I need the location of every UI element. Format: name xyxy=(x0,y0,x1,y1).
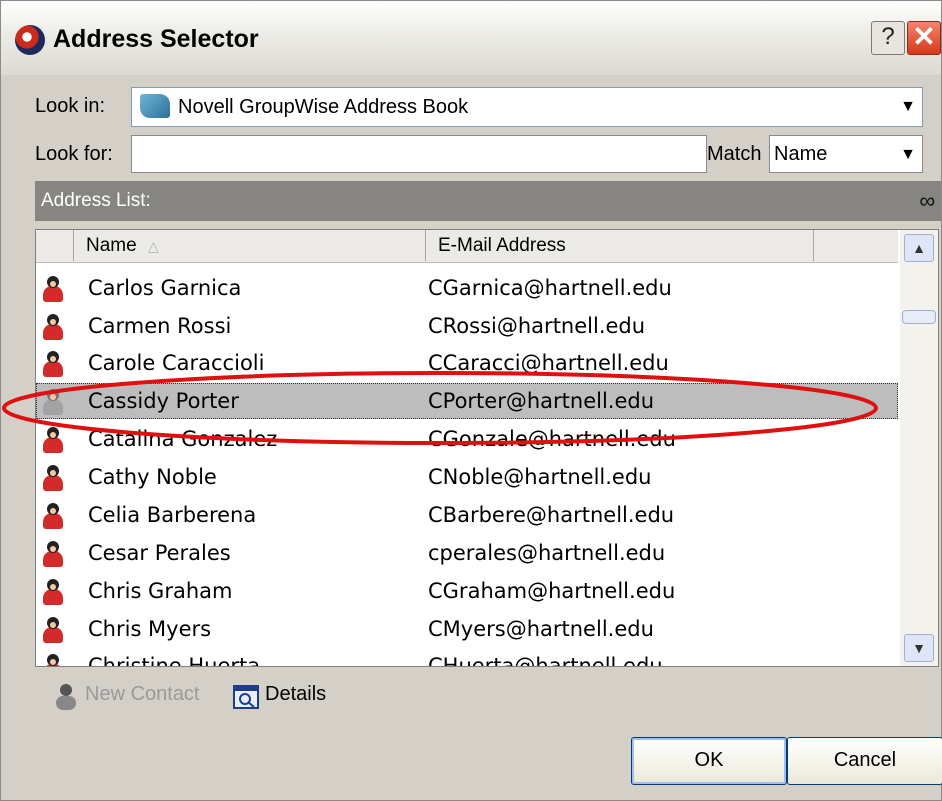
table-row[interactable]: Carmen Rossi CRossi@hartnell.edu xyxy=(36,308,898,344)
contact-name: Carmen Rossi xyxy=(88,314,232,338)
address-list-title: Address List: xyxy=(41,190,151,211)
lookfor-input[interactable] xyxy=(131,135,707,173)
user-icon xyxy=(42,351,64,377)
details-button[interactable]: Details xyxy=(265,683,326,713)
contact-name: Catalina Gonzalez xyxy=(88,427,278,451)
details-label: Details xyxy=(265,683,327,705)
chevron-down-icon[interactable]: ▼ xyxy=(895,137,921,171)
column-header-email[interactable]: E-Mail Address xyxy=(426,230,814,261)
window-title: Address Selector xyxy=(53,25,259,53)
table-row[interactable]: Chris Graham CGraham@hartnell.edu xyxy=(36,573,898,609)
table-row[interactable]: Catalina Gonzalez CGonzale@hartnell.edu xyxy=(36,421,898,457)
vertical-scrollbar[interactable]: ▲ ▼ xyxy=(900,230,938,666)
scroll-up-icon[interactable]: ▲ xyxy=(904,234,934,262)
user-icon xyxy=(42,389,64,415)
contact-name: Cesar Perales xyxy=(88,541,231,565)
help-button[interactable]: ? xyxy=(871,21,905,55)
contact-name: Carlos Garnica xyxy=(88,276,242,300)
table-row[interactable]: Cathy Noble CNoble@hartnell.edu xyxy=(36,459,898,495)
column-name-label: Name xyxy=(86,235,137,256)
contact-email: CGarnica@hartnell.edu xyxy=(428,276,672,300)
match-value: Name xyxy=(774,143,828,165)
contact-email: CCaracci@hartnell.edu xyxy=(428,351,669,375)
lookin-dropdown[interactable]: Novell GroupWise Address Book ▼ xyxy=(131,87,923,127)
address-list-header: Address List: ∞ xyxy=(35,181,941,221)
title-bar[interactable]: Address Selector ? ✕ xyxy=(1,1,941,75)
cancel-button[interactable]: Cancel xyxy=(787,737,942,785)
contact-email: CBarbere@hartnell.edu xyxy=(428,503,675,527)
table-row[interactable]: Celia Barberena CBarbere@hartnell.edu xyxy=(36,497,898,533)
ok-button[interactable]: OK xyxy=(631,737,787,785)
contact-name: Cassidy Porter xyxy=(88,389,239,413)
contact-email: CNoble@hartnell.edu xyxy=(428,465,652,489)
contact-email: CRossi@hartnell.edu xyxy=(428,314,646,338)
user-icon xyxy=(42,654,64,666)
new-contact-icon[interactable] xyxy=(53,683,79,711)
user-icon xyxy=(42,276,64,302)
details-icon[interactable] xyxy=(233,683,259,711)
user-icon xyxy=(42,503,64,529)
contact-email: CMyers@hartnell.edu xyxy=(428,617,654,641)
user-icon xyxy=(42,541,64,567)
address-book-icon xyxy=(140,94,170,118)
column-header-name[interactable]: Name △ xyxy=(74,230,426,261)
contact-name: Cathy Noble xyxy=(88,465,217,489)
table-row[interactable]: Carole Caraccioli CCaracci@hartnell.edu xyxy=(36,345,898,381)
lookfor-label: Look for: xyxy=(35,143,113,165)
contact-email: CHuerta@hartnell.edu xyxy=(428,654,663,667)
table-row[interactable]: Cesar Perales cperales@hartnell.edu xyxy=(36,535,898,571)
table-row[interactable]: Chris Myers CMyers@hartnell.edu xyxy=(36,611,898,647)
contact-email: CGonzale@hartnell.edu xyxy=(428,427,676,451)
address-list[interactable]: Name △ E-Mail Address Carlos Garnica CGa… xyxy=(35,229,939,667)
lookin-value: Novell GroupWise Address Book xyxy=(178,96,469,118)
table-row[interactable]: Carlos Garnica CGarnica@hartnell.edu xyxy=(36,270,898,306)
close-button[interactable]: ✕ xyxy=(907,21,941,55)
user-icon xyxy=(42,579,64,605)
table-row[interactable]: Christine Huerta CHuerta@hartnell.edu xyxy=(36,648,898,667)
address-selector-dialog: Address Selector ? ✕ Look in: Novell Gro… xyxy=(0,0,942,801)
scroll-thumb[interactable] xyxy=(902,310,936,324)
match-dropdown[interactable]: Name ▼ xyxy=(769,135,923,173)
user-icon xyxy=(42,617,64,643)
match-label: Match xyxy=(707,143,762,165)
new-contact-button[interactable]: New Contact xyxy=(85,683,200,713)
chevron-down-icon[interactable]: ▼ xyxy=(895,89,921,123)
contact-name: Celia Barberena xyxy=(88,503,257,527)
contact-email: CGraham@hartnell.edu xyxy=(428,579,676,603)
sort-ascending-icon: △ xyxy=(147,238,159,254)
lookin-label: Look in: xyxy=(35,95,106,117)
column-header-icon[interactable] xyxy=(36,230,74,261)
new-contact-label: New Contact xyxy=(85,683,200,705)
contact-email: CPorter@hartnell.edu xyxy=(428,389,655,413)
contact-name: Chris Myers xyxy=(88,617,212,641)
contact-name: Christine Huerta xyxy=(88,654,261,667)
column-header-row: Name △ E-Mail Address xyxy=(36,230,898,263)
table-row-selected[interactable]: Cassidy Porter CPorter@hartnell.edu xyxy=(36,383,898,419)
column-email-label: E-Mail Address xyxy=(438,235,566,256)
contact-name: Chris Graham xyxy=(88,579,233,603)
contact-name: Carole Caraccioli xyxy=(88,351,265,375)
user-icon xyxy=(42,465,64,491)
linked-rings-icon[interactable]: ∞ xyxy=(919,188,935,214)
user-icon xyxy=(42,314,64,340)
contact-email: cperales@hartnell.edu xyxy=(428,541,666,565)
scroll-down-icon[interactable]: ▼ xyxy=(904,634,934,662)
user-icon xyxy=(42,427,64,453)
column-header-extra[interactable] xyxy=(814,230,898,261)
groupwise-logo-icon xyxy=(15,25,45,55)
